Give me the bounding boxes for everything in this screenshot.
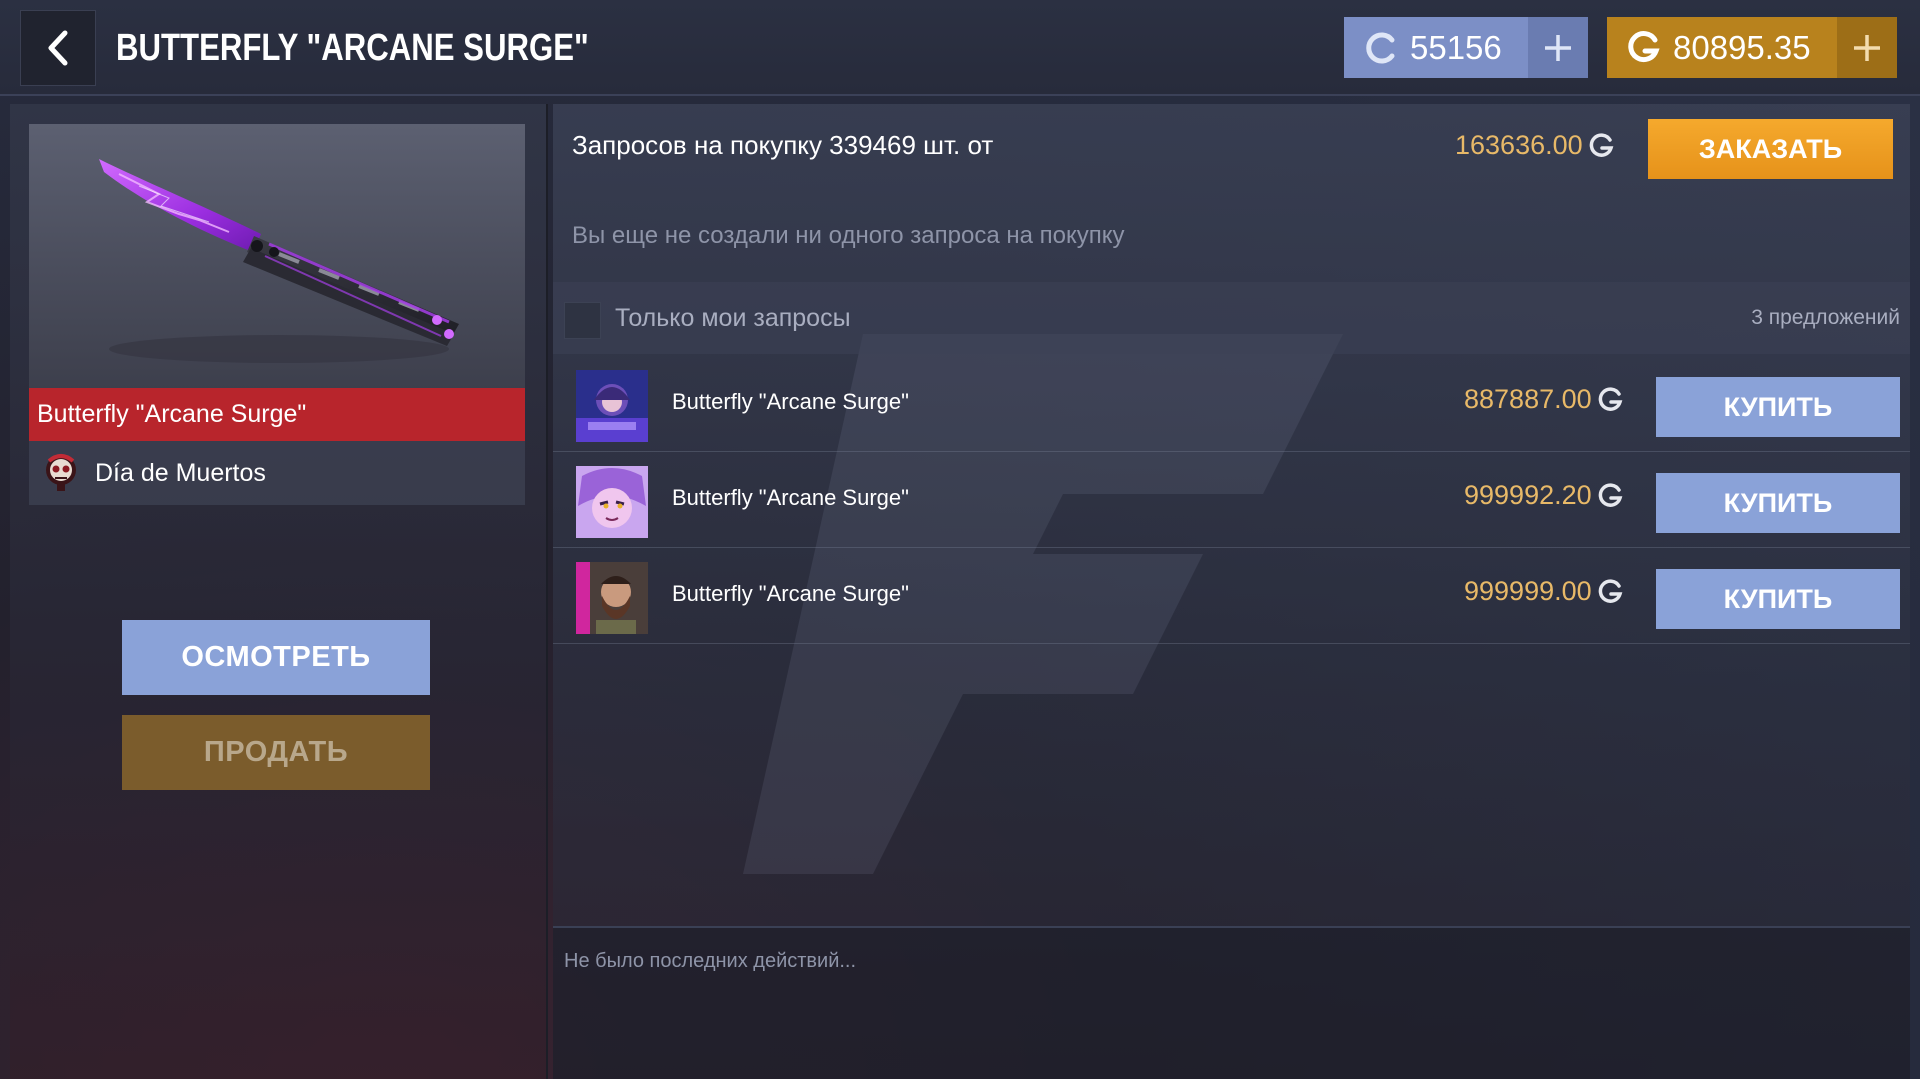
offer-price-value: 999992.20: [1464, 480, 1592, 510]
page-title: BUTTERFLY "ARCANE SURGE": [116, 27, 589, 69]
add-gold-button[interactable]: [1837, 17, 1897, 78]
butterfly-knife-image: [99, 159, 459, 363]
buy-button[interactable]: КУПИТЬ: [1656, 377, 1900, 437]
offer-price: 887887.00: [1464, 384, 1624, 415]
silver-balance-value: 55156: [1410, 28, 1502, 66]
offer-item-name: Butterfly "Arcane Surge": [672, 581, 909, 606]
offers-count: 3 предложений: [1751, 306, 1900, 329]
gold-coin-icon: [1589, 132, 1613, 157]
order-button[interactable]: ЗАКАЗАТЬ: [1648, 119, 1893, 179]
gold-balance: 80895.35: [1607, 17, 1897, 78]
add-silver-button[interactable]: [1528, 17, 1588, 78]
recent-activity-panel: Не было последних действий...: [553, 926, 1910, 1079]
inspect-button[interactable]: ОСМОТРЕТЬ: [122, 620, 430, 695]
offer-row: Butterfly "Arcane Surge" 887887.00 КУПИТ…: [553, 356, 1910, 452]
recent-activity-text: Не было последних действий...: [564, 950, 857, 972]
back-button[interactable]: [20, 10, 96, 86]
offer-price-value: 999999.00: [1464, 576, 1592, 606]
sell-button[interactable]: ПРОДАТЬ: [122, 715, 430, 790]
offer-price: 999999.00: [1464, 576, 1624, 607]
no-requests-message: Вы еще не создали ни одного запроса на п…: [572, 222, 1125, 249]
buy-requests-text: Запросов на покупку 339469 шт. от: [572, 130, 994, 160]
silver-balance: 55156: [1344, 17, 1588, 78]
gold-coin-icon: [1598, 482, 1622, 507]
offer-row: Butterfly "Arcane Surge" 999992.20 КУПИТ…: [553, 452, 1910, 548]
buy-requests-row: Запросов на покупку 339469 шт. от 163636…: [553, 104, 1910, 184]
seller-avatar: [576, 466, 648, 538]
collection-row: Día de Muertos: [29, 441, 525, 505]
item-panel: Butterfly "Arcane Surge" Día de Muertos …: [10, 104, 548, 1079]
avatar-image: [576, 370, 648, 442]
offer-price: 999992.20: [1464, 480, 1624, 511]
chevron-left-icon: [48, 30, 68, 66]
gold-coin-icon: [1598, 578, 1622, 603]
buy-button[interactable]: КУПИТЬ: [1656, 569, 1900, 629]
item-name-bar: Butterfly "Arcane Surge": [29, 388, 525, 441]
gold-balance-value: 80895.35: [1673, 28, 1811, 66]
offer-row: Butterfly "Arcane Surge" 999999.00 КУПИТ…: [553, 548, 1910, 644]
item-name: Butterfly "Arcane Surge": [37, 400, 307, 428]
silver-coin-icon: [1366, 32, 1395, 63]
avatar-image: [576, 562, 648, 634]
offers-list: Butterfly "Arcane Surge" 887887.00 КУПИТ…: [553, 356, 1910, 644]
top-bar: BUTTERFLY "ARCANE SURGE" 55156 80895.35: [0, 0, 1920, 96]
seller-avatar: [576, 562, 648, 634]
market-panel: Запросов на покупку 339469 шт. от 163636…: [553, 104, 1910, 1079]
only-my-requests-label[interactable]: Только мои запросы: [615, 304, 851, 333]
skull-icon: [46, 454, 76, 491]
buy-requests-price: 163636.00: [1455, 130, 1615, 161]
offer-price-value: 887887.00: [1464, 384, 1592, 414]
collection-name: Día de Muertos: [95, 458, 266, 487]
seller-avatar: [576, 370, 648, 442]
plus-icon: [1545, 34, 1571, 61]
item-preview: [29, 124, 525, 390]
offer-item-name: Butterfly "Arcane Surge": [672, 389, 909, 414]
plus-icon: [1854, 34, 1880, 61]
buy-requests-price-value: 163636.00: [1455, 130, 1583, 160]
only-my-requests-checkbox[interactable]: [564, 302, 601, 339]
buy-button[interactable]: КУПИТЬ: [1656, 473, 1900, 533]
offer-item-name: Butterfly "Arcane Surge": [672, 485, 909, 510]
filter-row: Только мои запросы 3 предложений: [553, 282, 1910, 354]
gold-coin-icon: [1598, 386, 1622, 411]
avatar-image: [576, 466, 648, 538]
gold-coin-icon: [1628, 30, 1660, 62]
